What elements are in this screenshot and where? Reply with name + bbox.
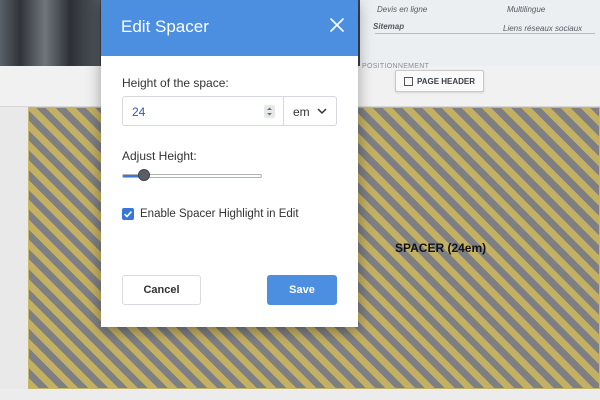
page-header-button[interactable]: PAGE HEADER (395, 70, 484, 92)
stepper-icon (267, 107, 272, 116)
dialog-title: Edit Spacer (121, 17, 209, 36)
highlight-checkbox[interactable] (122, 208, 134, 220)
banner-image (0, 0, 100, 66)
footer-link-multilingue[interactable]: Multilingue (507, 5, 545, 14)
spacer-label: SPACER (24em) (395, 241, 487, 255)
checkmark-icon (124, 211, 132, 218)
footer-divider (375, 33, 595, 34)
unit-select[interactable]: em (284, 96, 337, 126)
adjust-height-label: Adjust Height: (122, 149, 197, 163)
close-icon (330, 18, 344, 32)
positioning-label: POSITIONNEMENT (362, 63, 430, 70)
page-header-checkbox-icon (403, 76, 413, 86)
slider-thumb[interactable] (138, 169, 151, 181)
height-input[interactable]: 24 (122, 96, 284, 126)
highlight-checkbox-label: Enable Spacer Highlight in Edit (140, 208, 299, 220)
save-button[interactable]: Save (267, 275, 337, 305)
chevron-down-icon (317, 108, 327, 115)
edit-spacer-dialog: Edit Spacer Height of the space: 24 em A… (101, 0, 358, 327)
height-label: Height of the space: (122, 76, 229, 90)
footer-link-social[interactable]: Liens réseaux sociaux (503, 24, 582, 33)
bottom-strip (0, 389, 600, 400)
close-button[interactable] (330, 18, 344, 32)
footer-link-sitemap[interactable]: Sitemap (373, 22, 404, 31)
footer-link-devis[interactable]: Devis en ligne (377, 5, 427, 14)
height-value: 24 (132, 105, 146, 119)
unit-value: em (293, 105, 310, 119)
cancel-button[interactable]: Cancel (122, 275, 201, 305)
dialog-header: Edit Spacer (101, 0, 358, 56)
height-stepper[interactable] (264, 105, 275, 118)
page-header-label: PAGE HEADER (416, 76, 476, 86)
